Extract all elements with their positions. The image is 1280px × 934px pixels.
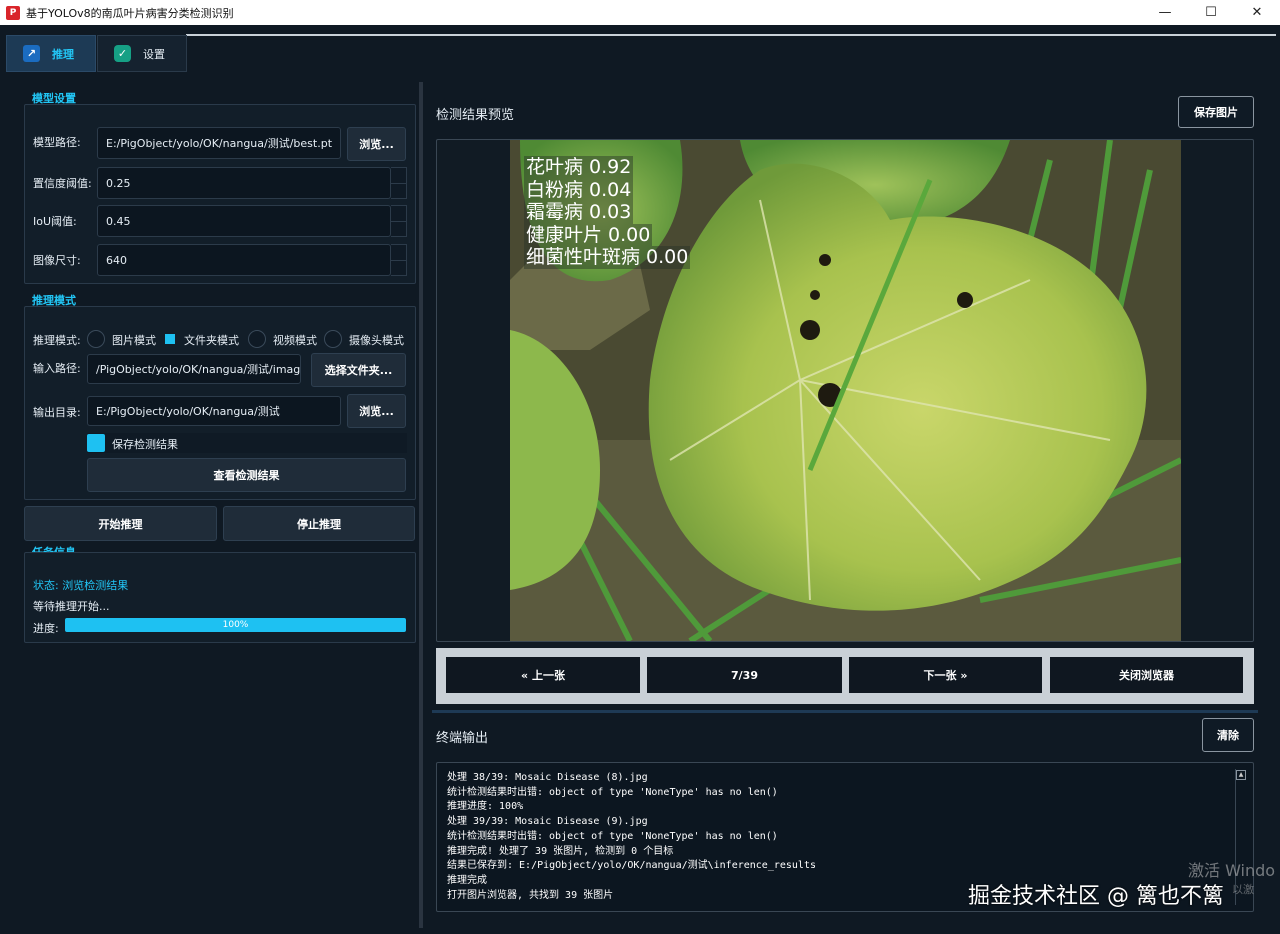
detection-1: 花叶病 0.92 bbox=[524, 156, 634, 179]
left-panel: 模型设置 模型路径: E:/PigObject/yolo/OK/nangua/测… bbox=[24, 90, 416, 643]
model-path-label: 模型路径: bbox=[33, 136, 81, 149]
check-icon: ✓ bbox=[114, 45, 131, 62]
radio-image-mode-label: 图片模式 bbox=[112, 334, 156, 347]
result-image: 花叶病 0.92 白粉病 0.04 霜霉病 0.03 健康叶片 0.00 细菌性… bbox=[510, 140, 1181, 641]
radio-folder-mode-label: 文件夹模式 bbox=[184, 334, 239, 347]
minimize-button[interactable]: — bbox=[1142, 0, 1188, 25]
waiting-text: 等待推理开始... bbox=[33, 600, 110, 613]
radio-camera-mode[interactable] bbox=[324, 330, 342, 348]
start-inference-button[interactable]: 开始推理 bbox=[24, 506, 217, 541]
progress-bar: 100% bbox=[65, 618, 406, 632]
maximize-button[interactable]: ☐ bbox=[1188, 0, 1234, 25]
radio-camera-mode-label: 摄像头模式 bbox=[349, 334, 404, 347]
imgsz-label: 图像尺寸: bbox=[33, 254, 81, 267]
model-settings-title: 模型设置 bbox=[32, 92, 76, 105]
model-browse-button[interactable]: 浏览... bbox=[347, 127, 406, 161]
select-folder-button[interactable]: 选择文件夹... bbox=[311, 353, 406, 387]
prev-image-button[interactable]: « 上一张 bbox=[446, 657, 640, 693]
terminal-line: 推理进度: 100% bbox=[447, 801, 524, 813]
radio-image-mode[interactable] bbox=[87, 330, 105, 348]
preview-title: 检测结果预览 bbox=[436, 108, 515, 123]
terminal-line: 统计检测结果时出错: object of type 'NoneType' has… bbox=[447, 786, 778, 798]
save-results-label: 保存检测结果 bbox=[112, 438, 178, 451]
tab-inference[interactable]: ↗ 推理 bbox=[6, 35, 96, 72]
window-controls: — ☐ ✕ bbox=[1142, 0, 1280, 25]
iou-spinbox[interactable]: 0.45 bbox=[97, 205, 391, 237]
app-icon: P bbox=[6, 5, 20, 20]
section-divider bbox=[432, 710, 1258, 713]
view-results-button[interactable]: 查看检测结果 bbox=[87, 458, 406, 492]
image-navigation-bar: « 上一张 7/39 下一张 » 关闭浏览器 bbox=[436, 648, 1254, 704]
tab-bar: ↗ 推理 ✓ 设置 bbox=[0, 25, 1280, 73]
output-dir-label: 输出目录: bbox=[33, 406, 81, 419]
terminal-line: 处理 38/39: Mosaic Disease (8).jpg bbox=[447, 772, 648, 783]
terminal-title: 终端输出 bbox=[436, 731, 489, 746]
windows-activation-subtext: 以激 bbox=[1232, 883, 1254, 896]
next-image-button[interactable]: 下一张 » bbox=[849, 657, 1042, 693]
input-path-label: 输入路径: bbox=[33, 362, 81, 375]
save-results-checkbox[interactable] bbox=[87, 434, 105, 452]
inference-mode-group: 推理模式: 图片模式 文件夹模式 视频模式 摄像头模式 输入路径: /PigOb… bbox=[24, 306, 416, 500]
conf-spin-buttons[interactable] bbox=[391, 167, 407, 199]
detection-3: 霜霉病 0.03 bbox=[524, 201, 634, 224]
detection-5: 细菌性叶斑病 0.00 bbox=[524, 246, 691, 269]
task-info-group: 状态: 浏览检测结果 等待推理开始... 进度: 100% bbox=[24, 552, 416, 643]
title-bar: P 基于YOLOv8的南瓜叶片病害分类检测识别 — ☐ ✕ bbox=[0, 0, 1280, 25]
progress-text: 100% bbox=[222, 620, 249, 630]
terminal-line: 处理 39/39: Mosaic Disease (9).jpg bbox=[447, 816, 648, 828]
community-watermark: 掘金技术社区 @ 篱也不篱 bbox=[968, 884, 1224, 909]
radio-video-mode-label: 视频模式 bbox=[273, 334, 317, 347]
tab-inference-label: 推理 bbox=[52, 47, 74, 61]
radio-folder-mode[interactable] bbox=[165, 334, 175, 344]
terminal-line: 统计检测结果时出错: object of type 'NoneType' has… bbox=[447, 830, 778, 842]
inference-mode-title: 推理模式 bbox=[32, 294, 76, 307]
iou-label: IoU阈值: bbox=[33, 215, 77, 228]
terminal-line: 推理完成! 处理了 39 张图片, 检测到 0 个目标 bbox=[447, 845, 674, 857]
imgsz-spinbox[interactable]: 640 bbox=[97, 244, 391, 276]
close-browser-button[interactable]: 关闭浏览器 bbox=[1050, 657, 1243, 693]
chart-icon: ↗ bbox=[23, 45, 40, 62]
clear-terminal-button[interactable]: 清除 bbox=[1202, 718, 1254, 752]
panel-splitter[interactable] bbox=[419, 82, 423, 928]
progress-label: 进度: bbox=[33, 622, 59, 635]
detection-2: 白粉病 0.04 bbox=[524, 178, 634, 201]
save-image-button[interactable]: 保存图片 bbox=[1178, 96, 1254, 128]
model-path-input[interactable]: E:/PigObject/yolo/OK/nangua/测试/best.pt bbox=[97, 127, 341, 159]
detection-4: 健康叶片 0.00 bbox=[524, 223, 653, 246]
imgsz-spin-buttons[interactable] bbox=[391, 244, 407, 276]
output-dir-field[interactable]: E:/PigObject/yolo/OK/nangua/测试 bbox=[87, 396, 341, 426]
conf-spinbox[interactable]: 0.25 bbox=[97, 167, 391, 199]
tab-settings-label: 设置 bbox=[143, 47, 165, 61]
tab-divider bbox=[186, 34, 1276, 36]
model-settings-group: 模型路径: E:/PigObject/yolo/OK/nangua/测试/bes… bbox=[24, 104, 416, 284]
output-browse-button[interactable]: 浏览... bbox=[347, 394, 406, 428]
terminal-line: 结果已保存到: E:/PigObject/yolo/OK/nangua/测试\i… bbox=[447, 860, 816, 872]
conf-label: 置信度阈值: bbox=[33, 177, 92, 190]
radio-video-mode[interactable] bbox=[248, 330, 266, 348]
detection-overlay: 花叶病 0.92 白粉病 0.04 霜霉病 0.03 健康叶片 0.00 细菌性… bbox=[524, 156, 691, 269]
action-buttons: 开始推理 停止推理 bbox=[24, 506, 416, 548]
mode-label: 推理模式: bbox=[33, 334, 81, 347]
tab-settings[interactable]: ✓ 设置 bbox=[97, 35, 187, 72]
preview-area: 花叶病 0.92 白粉病 0.04 霜霉病 0.03 健康叶片 0.00 细菌性… bbox=[436, 139, 1254, 642]
window-title: 基于YOLOv8的南瓜叶片病害分类检测识别 bbox=[26, 6, 234, 20]
image-counter: 7/39 bbox=[647, 657, 842, 693]
input-path-field[interactable]: /PigObject/yolo/OK/nangua/测试/image bbox=[87, 354, 301, 384]
iou-spin-buttons[interactable] bbox=[391, 205, 407, 237]
stop-inference-button[interactable]: 停止推理 bbox=[223, 506, 415, 541]
close-button[interactable]: ✕ bbox=[1234, 0, 1280, 25]
status-text: 状态: 浏览检测结果 bbox=[33, 579, 129, 592]
scroll-up-icon[interactable]: ▲ bbox=[1236, 770, 1246, 780]
